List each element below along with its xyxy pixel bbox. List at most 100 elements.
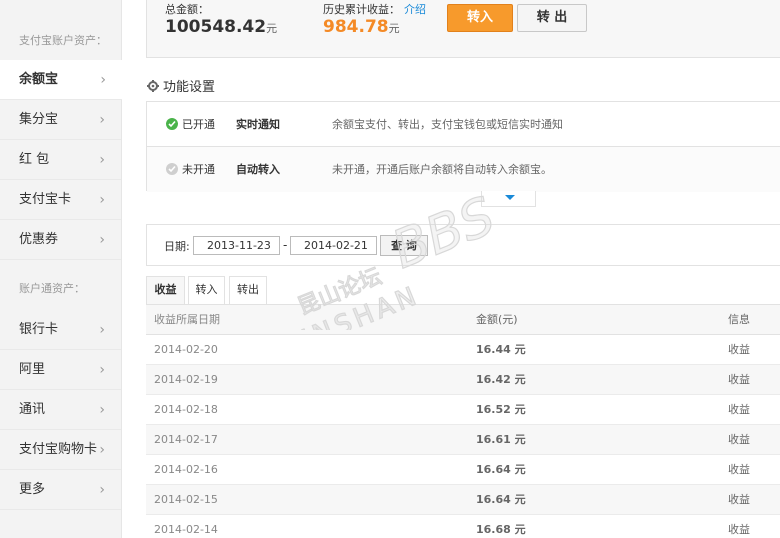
cell-amount: 16.52 元	[476, 403, 526, 416]
cell-amount: 16.68 元	[476, 523, 526, 536]
sidebar-item-more[interactable]: 更多 ›	[0, 470, 121, 510]
feature-row-realtime-notify[interactable]: 已开通 实时通知 余额宝支付、转出，支付宝钱包或短信实时通知	[147, 102, 780, 147]
history-income-label-text: 历史累计收益：	[323, 3, 400, 16]
sidebar-item-label: 支付宝购物卡	[19, 442, 98, 457]
cell-info: 收益	[728, 463, 750, 476]
gear-icon	[147, 80, 159, 92]
transfer-in-button[interactable]: 转入	[447, 4, 513, 32]
sidebar-item-label: 银行卡	[19, 322, 59, 337]
feature-settings-title: 功能设置	[147, 76, 215, 95]
cell-date: 2014-02-14	[154, 523, 218, 536]
total-amount-unit: 元	[266, 22, 278, 35]
expand-toggle[interactable]	[481, 191, 536, 207]
cell-date: 2014-02-19	[154, 373, 218, 386]
total-amount-value: 100548.42	[165, 17, 267, 37]
cell-amount: 16.42 元	[476, 373, 526, 386]
sidebar-item-label: 更多	[19, 482, 46, 497]
history-income-label: 历史累计收益： 介绍	[323, 1, 426, 17]
cell-info: 收益	[728, 433, 750, 446]
cell-amount: 16.64 元	[476, 493, 526, 506]
chevron-right-icon: ›	[100, 72, 106, 88]
sidebar-item-bank-card[interactable]: 银行卡 ›	[0, 310, 121, 350]
feature-status: 已开通	[182, 118, 215, 131]
feature-status: 未开通	[182, 163, 215, 176]
transfer-out-button[interactable]: 转 出	[517, 4, 587, 32]
cell-info: 收益	[728, 373, 750, 386]
sidebar-item-alipay-card[interactable]: 支付宝卡 ›	[0, 180, 121, 220]
sidebar-item-label: 集分宝	[19, 112, 59, 127]
tab-transfer-in[interactable]: 转入	[188, 276, 225, 304]
feature-name: 实时通知	[236, 118, 280, 131]
cell-date: 2014-02-16	[154, 463, 218, 476]
intro-link[interactable]: 介绍	[404, 3, 426, 16]
chevron-right-icon: ›	[99, 362, 105, 378]
sidebar-item-yuebao[interactable]: 余额宝 ›	[0, 60, 122, 100]
chevron-right-icon: ›	[99, 192, 105, 208]
feature-name: 自动转入	[236, 163, 280, 176]
feature-settings-panel: 已开通 实时通知 余额宝支付、转出，支付宝钱包或短信实时通知 未开通 自动转入 …	[146, 101, 780, 192]
sidebar-section-alipay-assets: 支付宝账户资产：	[19, 34, 107, 47]
header-info: 信息	[728, 313, 750, 326]
check-icon	[166, 118, 178, 130]
sidebar-item-label: 通讯	[19, 402, 46, 417]
table-row: 2014-02-18 16.52 元 收益	[146, 395, 780, 425]
sidebar: 支付宝账户资产： 余额宝 › 集分宝 › 红 包 › 支付宝卡 › 优惠券 › …	[0, 0, 122, 538]
sidebar-item-coupons[interactable]: 优惠券 ›	[0, 220, 121, 260]
chevron-right-icon: ›	[99, 322, 105, 338]
cell-date: 2014-02-18	[154, 403, 218, 416]
chevron-right-icon: ›	[99, 482, 105, 498]
chevron-right-icon: ›	[99, 442, 105, 458]
cell-info: 收益	[728, 493, 750, 506]
cell-info: 收益	[728, 343, 750, 356]
sidebar-item-hongbao[interactable]: 红 包 ›	[0, 140, 121, 180]
sidebar-item-ali[interactable]: 阿里 ›	[0, 350, 121, 390]
total-amount-label: 总金额：	[165, 3, 209, 16]
header-date: 收益所属日期	[154, 313, 220, 326]
table-row: 2014-02-14 16.68 元 收益	[146, 515, 780, 538]
sidebar-item-telecom[interactable]: 通讯 ›	[0, 390, 121, 430]
feature-settings-label: 功能设置	[163, 80, 216, 95]
start-date-input[interactable]: 2013-11-23	[193, 236, 280, 255]
query-button[interactable]: 查 询	[380, 235, 428, 256]
sidebar-item-label: 优惠券	[19, 232, 59, 247]
table-header: 收益所属日期 金额(元) 信息	[146, 305, 780, 335]
table-row: 2014-02-19 16.42 元 收益	[146, 365, 780, 395]
feature-row-auto-transfer[interactable]: 未开通 自动转入 未开通，开通后账户余额将自动转入余额宝。	[147, 147, 780, 192]
sidebar-item-shopping-card[interactable]: 支付宝购物卡 ›	[0, 430, 121, 470]
chevron-right-icon: ›	[99, 402, 105, 418]
income-table: 收益所属日期 金额(元) 信息 2014-02-20 16.44 元 收益 20…	[146, 304, 780, 538]
tab-income[interactable]: 收益	[146, 276, 185, 304]
history-income: 984.78元	[323, 17, 400, 37]
history-income-unit: 元	[388, 22, 400, 35]
header-amount: 金额(元)	[476, 313, 518, 326]
sidebar-item-label: 阿里	[19, 362, 46, 377]
table-row: 2014-02-15 16.64 元 收益	[146, 485, 780, 515]
cell-amount: 16.61 元	[476, 433, 526, 446]
check-icon	[166, 163, 178, 175]
sidebar-item-jifenbao[interactable]: 集分宝 ›	[0, 100, 121, 140]
date-separator: -	[283, 238, 288, 252]
cell-info: 收益	[728, 523, 750, 536]
chevron-right-icon: ›	[99, 112, 105, 128]
chevron-right-icon: ›	[99, 152, 105, 168]
sidebar-section-account-assets: 账户通资产：	[19, 282, 85, 295]
cell-amount: 16.64 元	[476, 463, 526, 476]
date-filter: 日期: 2013-11-23 - 2014-02-21 查 询	[146, 224, 780, 266]
cell-date: 2014-02-20	[154, 343, 218, 356]
date-label: 日期:	[164, 240, 190, 253]
feature-desc: 余额宝支付、转出，支付宝钱包或短信实时通知	[332, 118, 563, 131]
chevron-right-icon: ›	[99, 232, 105, 248]
sidebar-item-label: 支付宝卡	[19, 192, 72, 207]
triangle-down-icon	[505, 195, 515, 200]
table-row: 2014-02-17 16.61 元 收益	[146, 425, 780, 455]
end-date-input[interactable]: 2014-02-21	[290, 236, 377, 255]
balance-summary: 总金额： 100548.42元 历史累计收益： 介绍 984.78元 转入 转 出	[146, 0, 780, 58]
sidebar-item-label: 余额宝	[19, 72, 59, 87]
cell-amount: 16.44 元	[476, 343, 526, 356]
cell-date: 2014-02-17	[154, 433, 218, 446]
tab-transfer-out[interactable]: 转出	[229, 276, 267, 304]
table-row: 2014-02-16 16.64 元 收益	[146, 455, 780, 485]
sidebar-item-label: 红 包	[19, 152, 50, 167]
table-row: 2014-02-20 16.44 元 收益	[146, 335, 780, 365]
cell-info: 收益	[728, 403, 750, 416]
